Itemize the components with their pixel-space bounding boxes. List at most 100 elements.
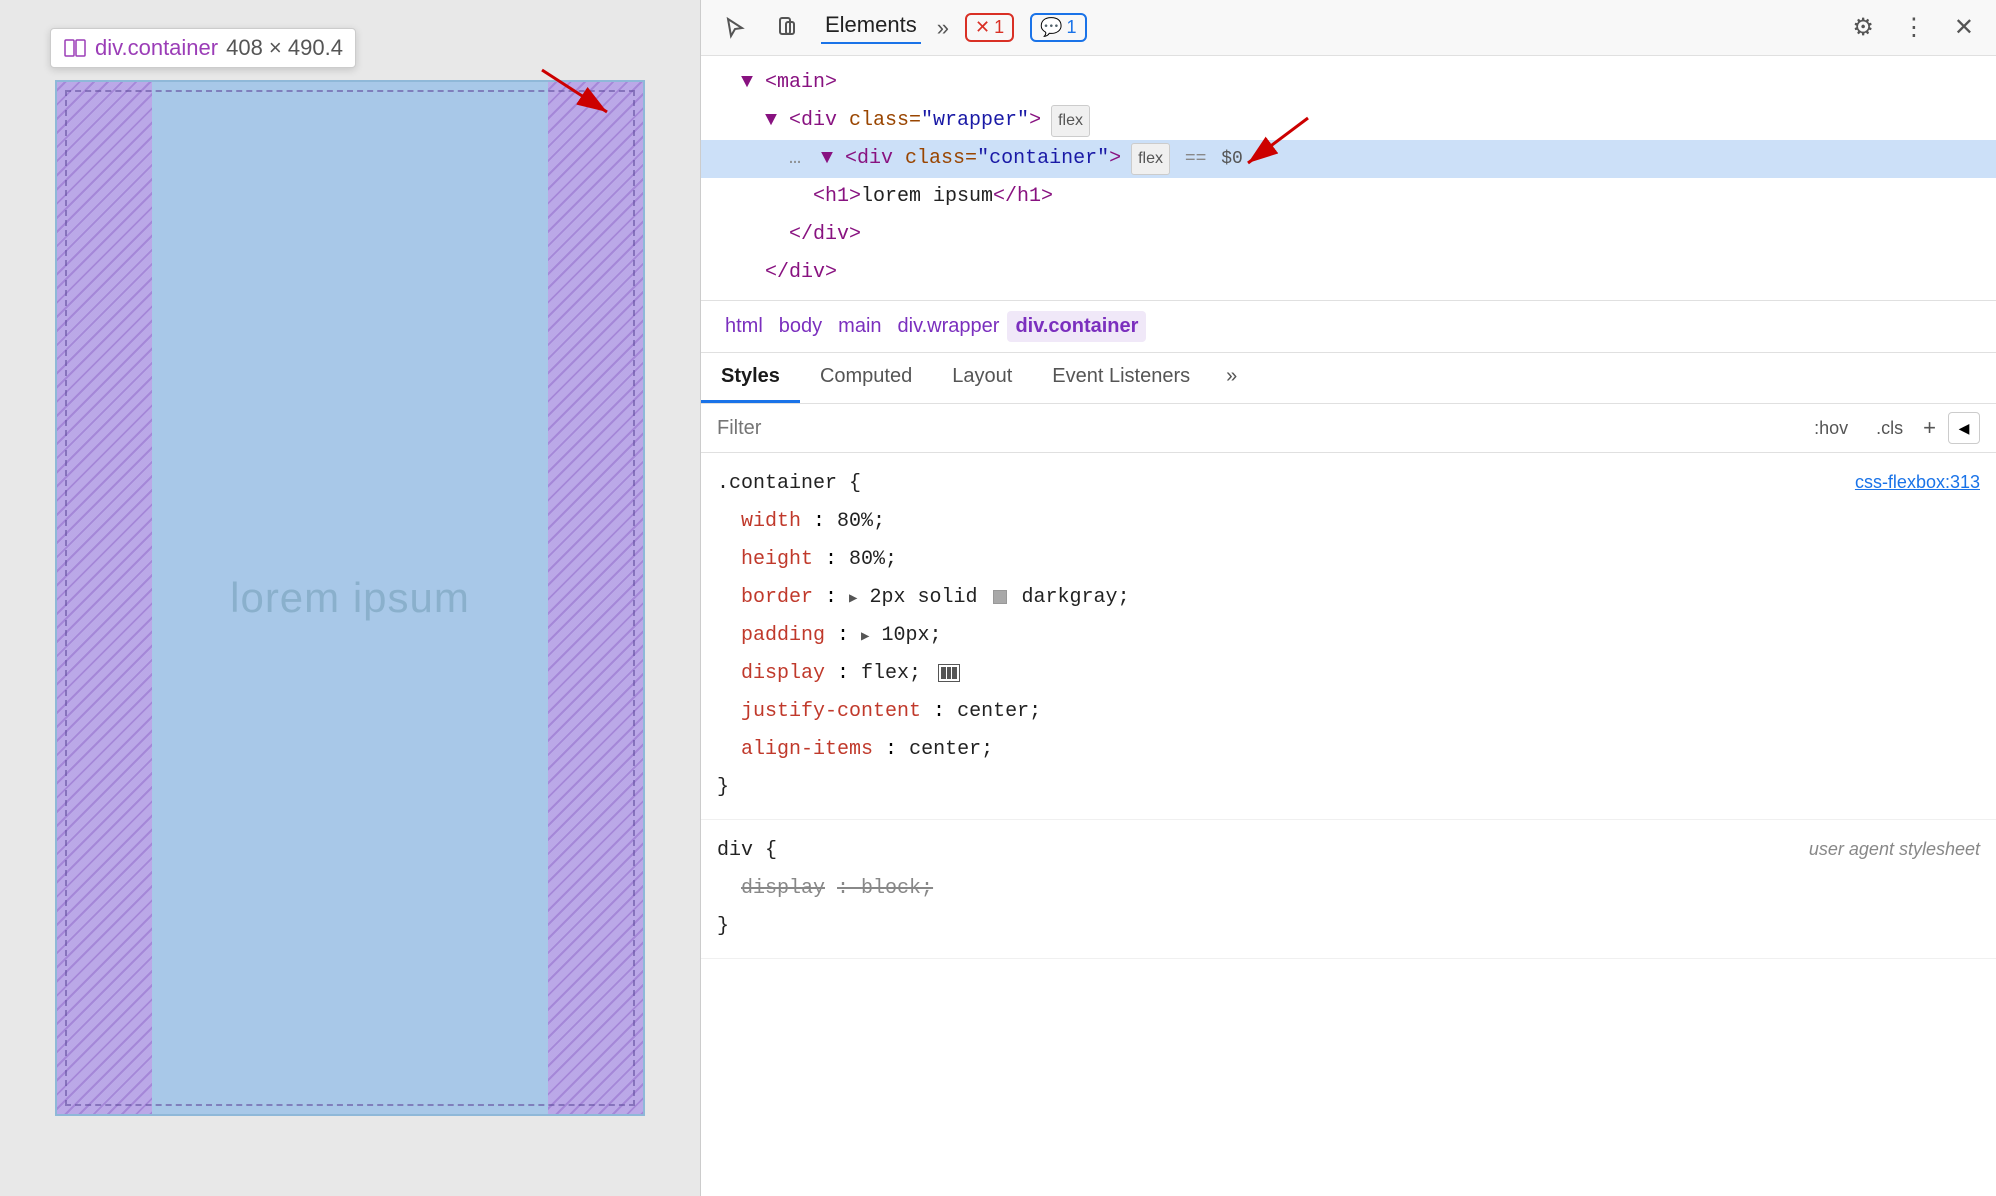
width-prop[interactable]: width [741, 510, 801, 533]
display-prop[interactable]: display [741, 662, 825, 685]
prop-justify-content: justify-content : center; [717, 693, 1980, 731]
red-arrow-1 [522, 50, 642, 130]
hatch-right [548, 82, 643, 1114]
tooltip-element-size: 408 × 490.4 [226, 35, 343, 61]
dom-line-close-div[interactable]: </div> [701, 216, 1996, 254]
elements-tab[interactable]: Elements [821, 12, 921, 44]
hatch-left [57, 82, 152, 1114]
container-rule-header: css-flexbox:313 .container { [717, 465, 1980, 503]
border-expand-icon[interactable]: ▶ [849, 586, 857, 613]
display-ua-value[interactable]: block; [861, 877, 933, 900]
breadcrumb-body[interactable]: body [771, 311, 830, 342]
div-rule-close: } [717, 908, 1980, 946]
justify-content-value[interactable]: center; [957, 700, 1041, 723]
container-tag: ▼ <div class="container"> [821, 142, 1121, 176]
h1-tag: <h1>lorem ipsum</h1> [813, 180, 1053, 214]
ellipsis: … [789, 142, 801, 176]
breadcrumb-div-wrapper[interactable]: div.wrapper [890, 311, 1008, 342]
container-flex-badge[interactable]: flex [1131, 143, 1170, 174]
dom-line-close-wrapper[interactable]: </div> [701, 254, 1996, 292]
hov-button[interactable]: :hov [1806, 414, 1856, 443]
padding-value[interactable]: 10px; [882, 624, 942, 647]
width-value[interactable]: 80%; [837, 510, 885, 533]
tab-layout[interactable]: Layout [932, 353, 1032, 403]
toggle-icon: ◀ [1959, 420, 1970, 437]
height-value[interactable]: 80%; [849, 548, 897, 571]
flex-grid-icon[interactable] [938, 664, 960, 682]
prop-height: height : 80%; [717, 541, 1980, 579]
prop-width: width : 80%; [717, 503, 1980, 541]
prop-align-items: align-items : center; [717, 731, 1980, 769]
red-arrow-2 [1228, 108, 1328, 178]
tab-computed[interactable]: Computed [800, 353, 932, 403]
cls-button[interactable]: .cls [1868, 414, 1911, 443]
container-selector[interactable]: .container { [717, 472, 861, 495]
more-options-icon[interactable]: ⋮ [1896, 7, 1932, 48]
settings-icon[interactable]: ⚙ [1846, 7, 1880, 48]
error-count: 1 [994, 17, 1004, 38]
tab-more[interactable]: » [1210, 353, 1253, 403]
div-selector[interactable]: div { [717, 839, 777, 862]
breadcrumb-main[interactable]: main [830, 311, 889, 342]
dom-line-main[interactable]: ▼ <main> [701, 64, 1996, 102]
prop-border: border : ▶ 2px solid darkgray; [717, 579, 1980, 617]
close-devtools-icon[interactable]: ✕ [1948, 7, 1980, 48]
colon-2: : [825, 548, 849, 571]
align-items-value[interactable]: center; [909, 738, 993, 761]
dom-line-h1[interactable]: <h1>lorem ipsum</h1> [701, 178, 1996, 216]
colon-7: : [885, 738, 909, 761]
error-badge[interactable]: ✕ 1 [965, 13, 1014, 42]
lorem-text: lorem ipsum [230, 574, 470, 622]
filter-input[interactable] [717, 417, 1798, 440]
message-count: 1 [1067, 17, 1077, 38]
display-value[interactable]: flex; [861, 662, 921, 685]
css-rules-panel: css-flexbox:313 .container { width : 80%… [701, 453, 1996, 1196]
prop-padding: padding : ▶ 10px; [717, 617, 1980, 655]
colon-3: : [825, 586, 849, 609]
closing-brace-2: } [717, 915, 729, 938]
equals-sign: == [1174, 144, 1206, 175]
colon-4: : [837, 624, 861, 647]
dom-line-container[interactable]: … ▼ <div class="container"> flex == $0 [701, 140, 1996, 178]
container-source-link[interactable]: css-flexbox:313 [1855, 465, 1980, 499]
dom-line-wrapper[interactable]: ▼ <div class="wrapper"> flex [701, 102, 1996, 140]
device-icon[interactable] [769, 10, 805, 46]
prop-display: display : flex; [717, 655, 1980, 693]
browser-preview: div.container 408 × 490.4 lorem ipsum [0, 0, 700, 1196]
add-style-button[interactable]: + [1923, 415, 1936, 441]
div-icon [63, 36, 87, 60]
padding-expand-icon[interactable]: ▶ [861, 624, 869, 651]
preview-content: lorem ipsum [152, 82, 548, 1114]
toggle-sidebar-button[interactable]: ◀ [1948, 412, 1980, 444]
tooltip-element-name: div.container [95, 35, 218, 61]
style-tabs: Styles Computed Layout Event Listeners » [701, 353, 1996, 404]
border-value[interactable]: 2px solid [870, 586, 990, 609]
element-tooltip: div.container 408 × 490.4 [50, 28, 356, 68]
container-rule-close: } [717, 769, 1980, 807]
display-ua-prop[interactable]: display [741, 877, 825, 900]
border-color-value[interactable]: darkgray; [1022, 586, 1130, 609]
dom-tree: ▼ <main> ▼ <div class="wrapper"> flex … … [701, 56, 1996, 301]
prop-display-ua: display : block; [717, 870, 1980, 908]
breadcrumb-html[interactable]: html [717, 311, 771, 342]
tab-styles[interactable]: Styles [701, 353, 800, 403]
colon-5: : [837, 662, 861, 685]
message-badge[interactable]: 💬 1 [1030, 13, 1086, 42]
close-div-tag: </div> [789, 218, 861, 252]
breadcrumb-div-container[interactable]: div.container [1007, 311, 1146, 342]
close-wrapper-tag: </div> [765, 256, 837, 290]
color-swatch-darkgray[interactable] [993, 590, 1007, 604]
height-prop[interactable]: height [741, 548, 813, 571]
padding-prop[interactable]: padding [741, 624, 825, 647]
colon-1: : [813, 510, 837, 533]
align-items-prop[interactable]: align-items [741, 738, 873, 761]
devtools-panel: Elements » ✕ 1 💬 1 ⚙ ⋮ ✕ ▼ <main> [700, 0, 1996, 1196]
justify-content-prop[interactable]: justify-content [741, 700, 921, 723]
more-tabs-icon[interactable]: » [937, 15, 949, 41]
wrapper-flex-badge[interactable]: flex [1051, 105, 1090, 136]
cursor-icon[interactable] [717, 10, 753, 46]
closing-brace-1: } [717, 776, 729, 799]
preview-container: lorem ipsum [55, 80, 645, 1116]
border-prop[interactable]: border [741, 586, 813, 609]
tab-event-listeners[interactable]: Event Listeners [1032, 353, 1210, 403]
